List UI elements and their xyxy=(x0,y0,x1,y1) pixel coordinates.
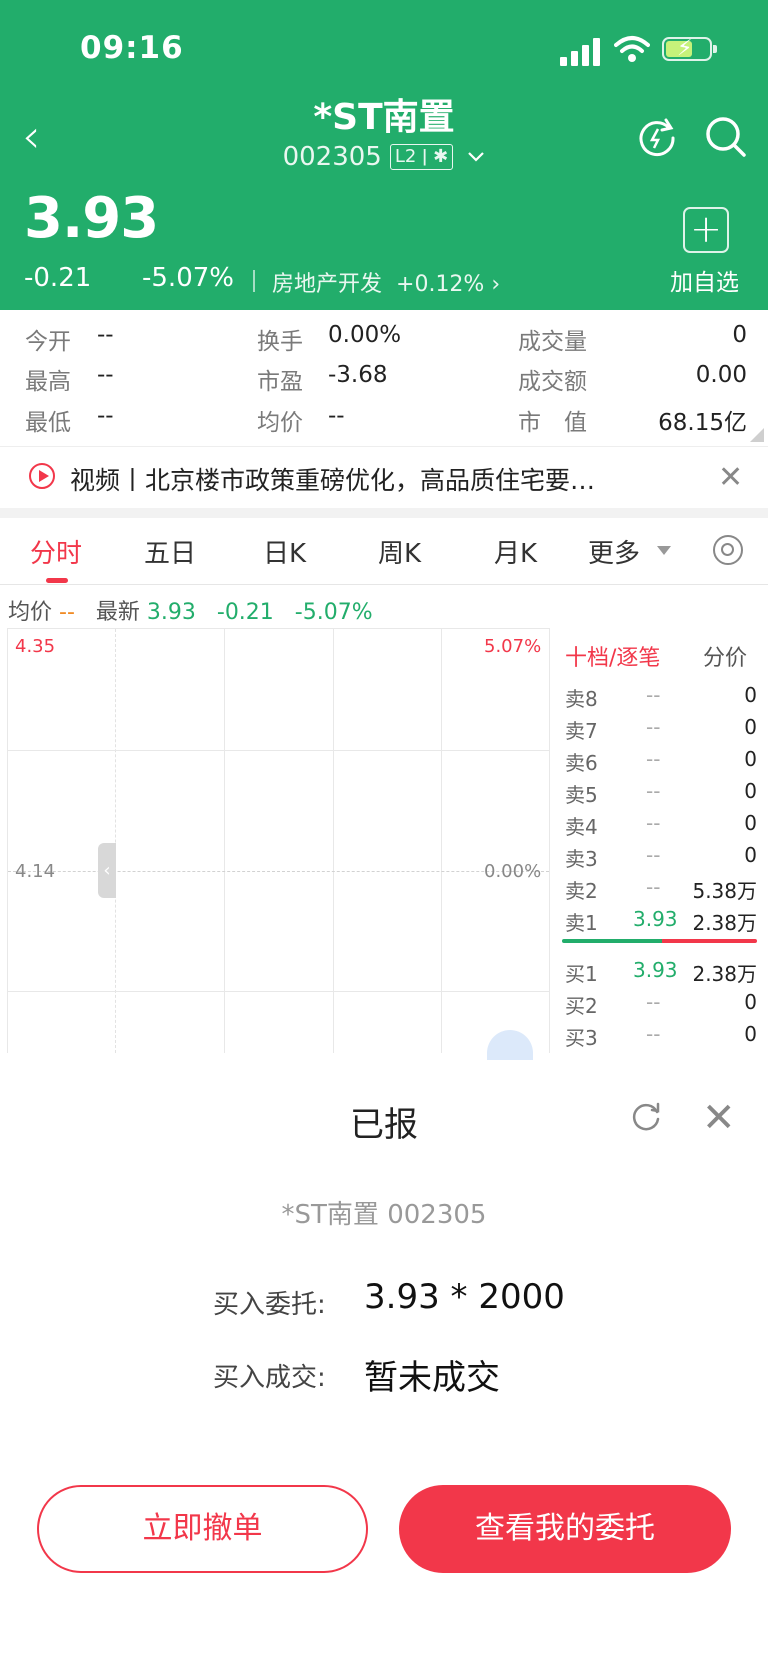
battery-icon: ⚡ xyxy=(662,36,717,61)
level-label: 卖7 xyxy=(565,719,598,743)
view-orders-button[interactable]: 查看我的委托 xyxy=(399,1485,731,1573)
level-volume: 0 xyxy=(744,747,757,771)
volume-label: 成交量 xyxy=(518,329,587,355)
chart-y-high: 4.35 xyxy=(15,636,56,657)
fill-label: 买入成交: xyxy=(213,1363,326,1393)
news-headline[interactable]: 视频丨北京楼市政策重磅优化，高品质住宅要… xyxy=(70,461,595,497)
low-label: 最低 xyxy=(25,410,71,436)
fill-value: 暂未成交 xyxy=(364,1358,500,1398)
price-dist-tab[interactable]: 分价 xyxy=(703,640,747,672)
signal-icon xyxy=(560,36,602,66)
tab-five-day[interactable]: 五日 xyxy=(144,533,196,570)
amount-value: 0.00 xyxy=(695,362,747,388)
video-play-icon xyxy=(29,463,55,489)
avg-price-value: -- xyxy=(328,403,345,429)
status-time: 09:16 xyxy=(80,30,184,66)
more-dropdown-icon[interactable] xyxy=(657,546,671,555)
chevron-right-icon: › xyxy=(491,272,501,297)
turnover-label: 换手 xyxy=(257,329,303,355)
level-volume: 0 xyxy=(744,1022,757,1046)
amount-label: 成交额 xyxy=(518,369,587,395)
turnover-value: 0.00% xyxy=(328,322,402,348)
expand-corner-icon[interactable] xyxy=(750,428,764,442)
order-label: 买入委托: xyxy=(213,1290,326,1320)
pe-label: 市盈 xyxy=(257,369,303,395)
level-volume: 0 xyxy=(744,683,757,707)
divider xyxy=(253,270,255,292)
price-change-pct: -5.07% xyxy=(142,263,234,293)
level-badge: L2 ǀ ✱ xyxy=(389,144,454,170)
search-icon[interactable] xyxy=(704,115,748,159)
level-label: 卖6 xyxy=(565,751,598,775)
level-volume: 0 xyxy=(744,715,757,739)
collapse-panel-icon[interactable]: ‹ xyxy=(98,843,116,898)
level-label: 卖2 xyxy=(565,879,598,903)
chart-pct-mid: 0.00% xyxy=(484,861,542,882)
tab-more[interactable]: 更多 xyxy=(588,533,640,570)
section-gap xyxy=(0,508,768,518)
tab-daily-k[interactable]: 日K xyxy=(263,533,306,570)
level-volume: 2.38万 xyxy=(692,911,757,935)
chart-settings-icon[interactable] xyxy=(713,535,743,565)
market-cap-label: 市 值 xyxy=(518,410,587,436)
current-price: 3.93 xyxy=(24,186,159,251)
market-cap-value: 68.15亿 xyxy=(658,410,747,436)
level-label: 买3 xyxy=(565,1026,598,1050)
high-value: -- xyxy=(97,362,114,388)
order-book-title[interactable]: 十档/逐笔 xyxy=(565,640,660,672)
level-label: 卖1 xyxy=(565,911,598,935)
level-label: 买2 xyxy=(565,994,598,1018)
level-label: 卖3 xyxy=(565,847,598,871)
price-change: -0.21 xyxy=(24,263,92,293)
dialog-stock: *ST南置 002305 xyxy=(281,1200,487,1230)
pe-value: -3.68 xyxy=(328,362,388,388)
volume-value: 0 xyxy=(732,322,747,348)
active-tab-indicator xyxy=(46,578,68,583)
sector-change: +0.12% xyxy=(396,272,485,297)
level-volume: 0 xyxy=(744,990,757,1014)
open-label: 今开 xyxy=(25,329,71,355)
add-watchlist-button[interactable]: + xyxy=(683,207,729,253)
add-watchlist-label[interactable]: 加自选 xyxy=(670,263,739,297)
refresh-icon[interactable] xyxy=(636,117,678,159)
refresh-icon[interactable] xyxy=(630,1101,662,1133)
tab-monthly-k[interactable]: 月K xyxy=(494,533,537,570)
level-label: 买1 xyxy=(565,962,598,986)
buy-strength-bar xyxy=(562,939,662,943)
chart-pct-high: 5.07% xyxy=(484,636,542,657)
avg-price-label: 均价 xyxy=(257,410,303,436)
close-news-icon[interactable]: ✕ xyxy=(718,460,743,495)
level-volume: 0 xyxy=(744,779,757,803)
sector-link[interactable]: 房地产开发 +0.12% › xyxy=(272,266,500,298)
stock-code: 002305 xyxy=(282,142,382,172)
level-label: 卖5 xyxy=(565,783,598,807)
chart-y-mid: 4.14 xyxy=(15,861,56,882)
tab-weekly-k[interactable]: 周K xyxy=(378,533,421,570)
divider xyxy=(0,584,768,585)
sell-strength-bar xyxy=(662,939,757,943)
level-volume: 2.38万 xyxy=(692,962,757,986)
divider xyxy=(0,446,768,447)
level-label: 卖4 xyxy=(565,815,598,839)
level-volume: 0 xyxy=(744,811,757,835)
close-dialog-icon[interactable]: ✕ xyxy=(702,1098,736,1138)
sector-name: 房地产开发 xyxy=(272,272,383,297)
level-volume: 5.38万 xyxy=(692,879,757,903)
intraday-info-line: 均价 -- 最新 3.93 -0.21 -5.07% xyxy=(8,600,373,625)
level-label: 卖8 xyxy=(565,687,598,711)
high-label: 最高 xyxy=(25,369,71,395)
level-volume: 0 xyxy=(744,843,757,867)
intraday-chart[interactable] xyxy=(7,628,550,1053)
wifi-icon xyxy=(614,36,650,62)
order-value: 3.93 * 2000 xyxy=(364,1277,565,1317)
low-value: -- xyxy=(97,403,114,429)
chevron-down-icon xyxy=(468,152,485,162)
stock-header: 09:16 ⚡ ‹ *ST南置 002305 L2 ǀ ✱ 3.93 -0.21 … xyxy=(0,0,768,310)
cancel-order-button[interactable]: 立即撤单 xyxy=(37,1485,368,1573)
tab-intraday[interactable]: 分时 xyxy=(30,533,82,570)
open-value: -- xyxy=(97,322,114,348)
